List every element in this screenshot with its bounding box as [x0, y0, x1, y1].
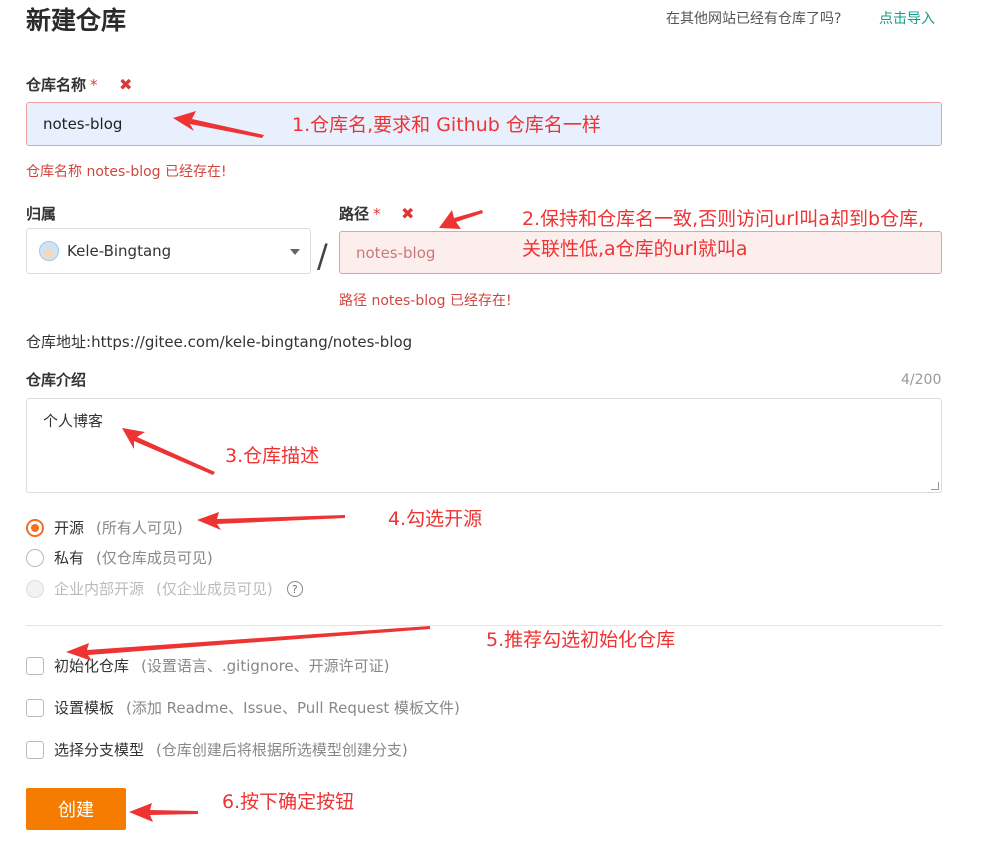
- checkbox-hint: (仓库创建后将根据所选模型创建分支): [156, 741, 408, 759]
- annotation-text-6: 6.按下确定按钮: [222, 791, 355, 813]
- create-button[interactable]: 创建: [26, 788, 126, 830]
- description-textarea[interactable]: 个人博客: [26, 398, 942, 493]
- checkbox-icon[interactable]: [26, 741, 44, 759]
- required-mark: *: [90, 76, 98, 94]
- owner-label: 归属: [26, 205, 57, 223]
- radio-private[interactable]: 私有 (仅仓库成员可见): [26, 548, 213, 568]
- import-link[interactable]: 点击导入: [879, 10, 935, 28]
- divider: [26, 625, 942, 626]
- radio-hint: (仅企业成员可见): [156, 580, 273, 598]
- radio-hint: (所有人可见): [96, 519, 183, 537]
- checkbox-init-repo[interactable]: 初始化仓库 (设置语言、.gitignore、开源许可证): [26, 656, 390, 676]
- repo-name-label-text: 仓库名称: [26, 76, 87, 94]
- annotation-text-1: 1.仓库名,要求和 Github 仓库名一样: [292, 114, 601, 136]
- description-counter: 4/200: [901, 372, 942, 388]
- radio-label: 私有: [54, 549, 85, 567]
- path-error: 路径 notes-blog 已经存在!: [339, 293, 512, 309]
- path-separator: /: [317, 237, 328, 275]
- annotation-text-2b: 关联性低,a仓库的url就叫a: [522, 238, 748, 260]
- page-title: 新建仓库: [26, 6, 127, 35]
- owner-value: Kele-Bingtang: [67, 242, 172, 260]
- radio-disabled-icon: [26, 580, 44, 598]
- checkbox-icon[interactable]: [26, 657, 44, 675]
- description-label: 仓库介绍: [26, 371, 87, 389]
- repo-url: 仓库地址:https://gitee.com/kele-bingtang/not…: [26, 332, 412, 352]
- checkbox-label: 初始化仓库: [54, 657, 130, 675]
- error-x-icon: ✖: [119, 75, 133, 94]
- annotation-text-3: 3.仓库描述: [225, 445, 320, 467]
- avatar: [39, 241, 59, 261]
- resize-handle-icon[interactable]: [931, 482, 939, 490]
- radio-label: 开源: [54, 519, 85, 537]
- checkbox-hint: (设置语言、.gitignore、开源许可证): [141, 657, 390, 675]
- radio-label: 企业内部开源: [54, 580, 145, 598]
- checkbox-label: 设置模板: [54, 699, 115, 717]
- checkbox-branch-model[interactable]: 选择分支模型 (仓库创建后将根据所选模型创建分支): [26, 740, 408, 760]
- import-hint: 在其他网站已经有仓库了吗?: [666, 11, 842, 27]
- checkbox-hint: (添加 Readme、Issue、Pull Request 模板文件): [126, 699, 460, 717]
- radio-checked-icon[interactable]: [26, 519, 44, 537]
- annotation-text-2: 2.保持和仓库名一致,否则访问url叫a却到b仓库,: [522, 208, 925, 230]
- radio-unchecked-icon[interactable]: [26, 549, 44, 567]
- annotation-arrow-4: [197, 512, 345, 530]
- path-label: 路径 *: [339, 204, 381, 224]
- description-value: 个人博客: [43, 412, 104, 430]
- required-mark: *: [373, 205, 381, 223]
- repo-name-label: 仓库名称 *: [26, 75, 98, 95]
- annotation-text-5: 5.推荐勾选初始化仓库: [486, 629, 676, 651]
- annotation-text-4: 4.勾选开源: [388, 508, 483, 530]
- owner-select[interactable]: Kele-Bingtang: [26, 228, 311, 274]
- repo-url-label: 仓库地址:: [26, 333, 92, 351]
- checkbox-template[interactable]: 设置模板 (添加 Readme、Issue、Pull Request 模板文件): [26, 698, 460, 718]
- radio-hint: (仅仓库成员可见): [96, 549, 213, 567]
- chevron-down-icon: [290, 249, 300, 255]
- annotation-arrow-2: [439, 210, 483, 229]
- radio-enterprise: 企业内部开源 (仅企业成员可见) ?: [26, 579, 303, 599]
- repo-url-value: https://gitee.com/kele-bingtang/notes-bl…: [91, 333, 413, 351]
- help-icon[interactable]: ?: [286, 581, 303, 597]
- annotation-arrow-6: [129, 803, 198, 822]
- checkbox-label: 选择分支模型: [54, 741, 145, 759]
- repo-name-error: 仓库名称 notes-blog 已经存在!: [26, 164, 227, 180]
- error-x-icon: ✖: [401, 204, 415, 223]
- checkbox-icon[interactable]: [26, 699, 44, 717]
- radio-open-source[interactable]: 开源 (所有人可见): [26, 518, 183, 538]
- path-label-text: 路径: [339, 205, 370, 223]
